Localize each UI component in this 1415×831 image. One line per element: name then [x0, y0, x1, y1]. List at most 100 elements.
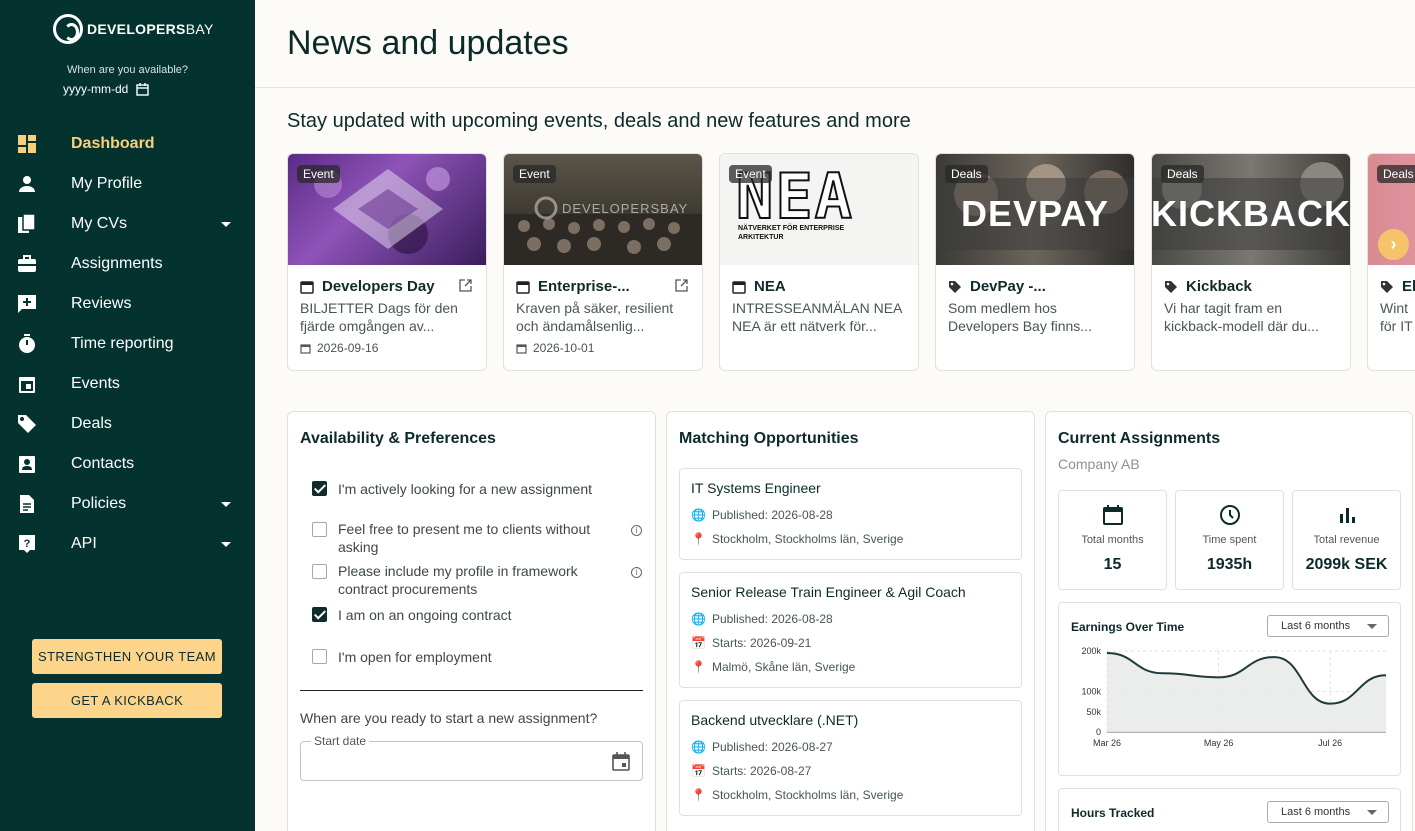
stat-value: 1935h: [1206, 556, 1253, 573]
sidebar-item-label: My Profile: [71, 175, 143, 192]
calendar-icon[interactable]: [612, 752, 630, 771]
y-tick-label: 50k: [1086, 707, 1101, 717]
card-watermark: DEVELOPERSBAY: [562, 201, 689, 216]
card-tag: Event: [729, 165, 772, 183]
sidebar-item-label: Events: [71, 375, 120, 392]
tag-icon: [17, 414, 37, 434]
assignments-panel: Current Assignments Company AB Total mon…: [1045, 411, 1413, 831]
info-icon[interactable]: i: [631, 567, 642, 578]
policy-icon: [17, 494, 37, 514]
card-tag: Event: [513, 165, 556, 183]
company-name: Company AB: [1058, 456, 1140, 472]
sidebar-item-dashboard[interactable]: Dashboard: [0, 124, 255, 164]
chevron-down-icon[interactable]: [221, 541, 231, 547]
earnings-area: [1107, 653, 1386, 732]
news-card[interactable]: DEVELOPERSBAY Event Enterprise-... Krave…: [503, 153, 703, 371]
sidebar-item-events[interactable]: Events: [0, 364, 255, 404]
opportunity-published: Published: 2026-08-28: [711, 612, 833, 626]
card-title: NEA: [754, 278, 786, 295]
sidebar-item-time-reporting[interactable]: Time reporting: [0, 324, 255, 364]
sidebar-item-deals[interactable]: Deals: [0, 404, 255, 444]
availability-label: When are you available?: [66, 64, 189, 76]
availability-panel-title: Availability & Preferences: [300, 430, 496, 447]
carousel-next-button[interactable]: ›: [1378, 229, 1409, 260]
news-card[interactable]: Deals El Wint för IT: [1367, 153, 1415, 371]
earnings-chart-card: Earnings Over Time Last 6 months 0 50k 100…: [1058, 602, 1401, 776]
opportunity-title: Backend utvecklare (.NET): [691, 712, 859, 728]
chevron-down-icon[interactable]: [221, 501, 231, 507]
clock-icon: [1219, 505, 1240, 525]
checkbox[interactable]: [312, 481, 327, 496]
opportunity-card[interactable]: IT Systems Engineer 🌐 Published: 2026-08-…: [679, 468, 1022, 560]
start-date-field[interactable]: Start date: [300, 734, 643, 781]
chevron-down-icon[interactable]: [221, 221, 231, 227]
availability-date-placeholder: yyyy-mm-dd: [63, 82, 129, 96]
card-description: Vi har tagit fram en kickback-modell där…: [1164, 300, 1319, 334]
brand-name-strong: DEVELOPERS: [87, 21, 186, 37]
tag-icon: [1381, 280, 1393, 293]
card-date: 2026-09-16: [317, 341, 379, 355]
opportunity-published: Published: 2026-08-27: [711, 740, 833, 754]
availability-date-input[interactable]: yyyy-mm-dd: [63, 82, 150, 96]
globe-icon: 🌐: [691, 740, 706, 754]
hours-range-select[interactable]: Last 6 months: [1267, 801, 1389, 823]
checkbox[interactable]: [312, 649, 327, 664]
news-card[interactable]: KICKBACK Deals Kickback Vi har tagit fra…: [1151, 153, 1351, 371]
sidebar-item-assignments[interactable]: Assignments: [0, 244, 255, 284]
contact-icon: [17, 454, 37, 474]
start-date-label: Start date: [311, 734, 370, 748]
brand-logo[interactable]: DEVELOPERSBAY: [53, 14, 214, 44]
news-carousel: Event Developers Day BILJETTER Dags för …: [287, 153, 1415, 371]
location-pin-icon: 📍: [691, 788, 706, 802]
card-title: El: [1402, 278, 1415, 295]
hours-chart-card: Hours Tracked Last 6 months: [1058, 788, 1401, 831]
opportunity-card[interactable]: Backend utvecklare (.NET) 🌐 Published: 20…: [679, 700, 1022, 816]
opportunity-card[interactable]: Senior Release Train Engineer & Agil Coa…: [679, 572, 1022, 688]
y-tick-label: 0: [1096, 727, 1101, 737]
strengthen-team-button[interactable]: STRENGTHEN YOUR TEAM: [32, 639, 222, 674]
page-title: News and updates: [287, 24, 569, 62]
checkbox[interactable]: [312, 607, 327, 622]
sidebar: DEVELOPERSBAY When are you available? yy…: [0, 0, 255, 831]
sidebar-item-my-cvs[interactable]: My CVs: [0, 204, 255, 244]
opportunity-title: IT Systems Engineer: [691, 480, 821, 496]
stat-total-revenue: Total revenue 2099k SEK: [1292, 490, 1401, 590]
sidebar-item-api[interactable]: ? API: [0, 524, 255, 564]
calendar-icon: [300, 280, 314, 294]
checkbox[interactable]: [312, 522, 327, 537]
news-card[interactable]: Event Developers Day BILJETTER Dags för …: [287, 153, 487, 371]
news-card-image: KICKBACK Deals: [1152, 154, 1350, 265]
sidebar-item-label: Reviews: [71, 295, 132, 312]
calendar-icon[interactable]: [136, 82, 150, 96]
y-tick-label: 100k: [1081, 687, 1101, 697]
help-icon: ?: [17, 534, 37, 554]
open-external-icon[interactable]: [459, 279, 472, 292]
svg-text:?: ?: [24, 538, 31, 550]
get-kickback-button[interactable]: GET A KICKBACK: [32, 683, 222, 718]
opportunity-title: Senior Release Train Engineer & Agil Coa…: [691, 584, 966, 600]
card-tag: Event: [297, 165, 340, 183]
checkbox-label: Feel free to present me to clients witho…: [338, 521, 591, 555]
news-card[interactable]: NEA NÄTVERKET FÖR ENTERPRISE ARKITEKTUR …: [719, 153, 919, 371]
card-title: Enterprise-...: [538, 278, 630, 295]
calendar-icon: 📅: [691, 636, 706, 650]
x-tick-label: Jul 26: [1318, 738, 1342, 748]
open-external-icon[interactable]: [675, 279, 688, 292]
info-icon[interactable]: i: [631, 525, 642, 536]
news-card[interactable]: DEVPAY Deals DevPay -... Som medlem hos …: [935, 153, 1135, 371]
sidebar-item-policies[interactable]: Policies: [0, 484, 255, 524]
sidebar-item-contacts[interactable]: Contacts: [0, 444, 255, 484]
sidebar-item-reviews[interactable]: Reviews: [0, 284, 255, 324]
earnings-chart: 0 50k 100k 200k Mar 26 May 26 Jul 26: [1081, 646, 1387, 748]
chevron-right-icon: ›: [1390, 234, 1397, 254]
stat-time-spent: Time spent 1935h: [1175, 490, 1284, 590]
tag-icon: [1165, 280, 1177, 293]
sidebar-item-label: Policies: [71, 495, 127, 512]
checkbox[interactable]: [312, 564, 327, 579]
person-icon: [17, 174, 37, 194]
stat-total-months: Total months 15: [1058, 490, 1167, 590]
news-subtitle: Stay updated with upcoming events, deals…: [287, 110, 911, 132]
hours-chart-title: Hours Tracked: [1071, 806, 1155, 820]
calendar-icon: [300, 343, 311, 354]
sidebar-item-my-profile[interactable]: My Profile: [0, 164, 255, 204]
